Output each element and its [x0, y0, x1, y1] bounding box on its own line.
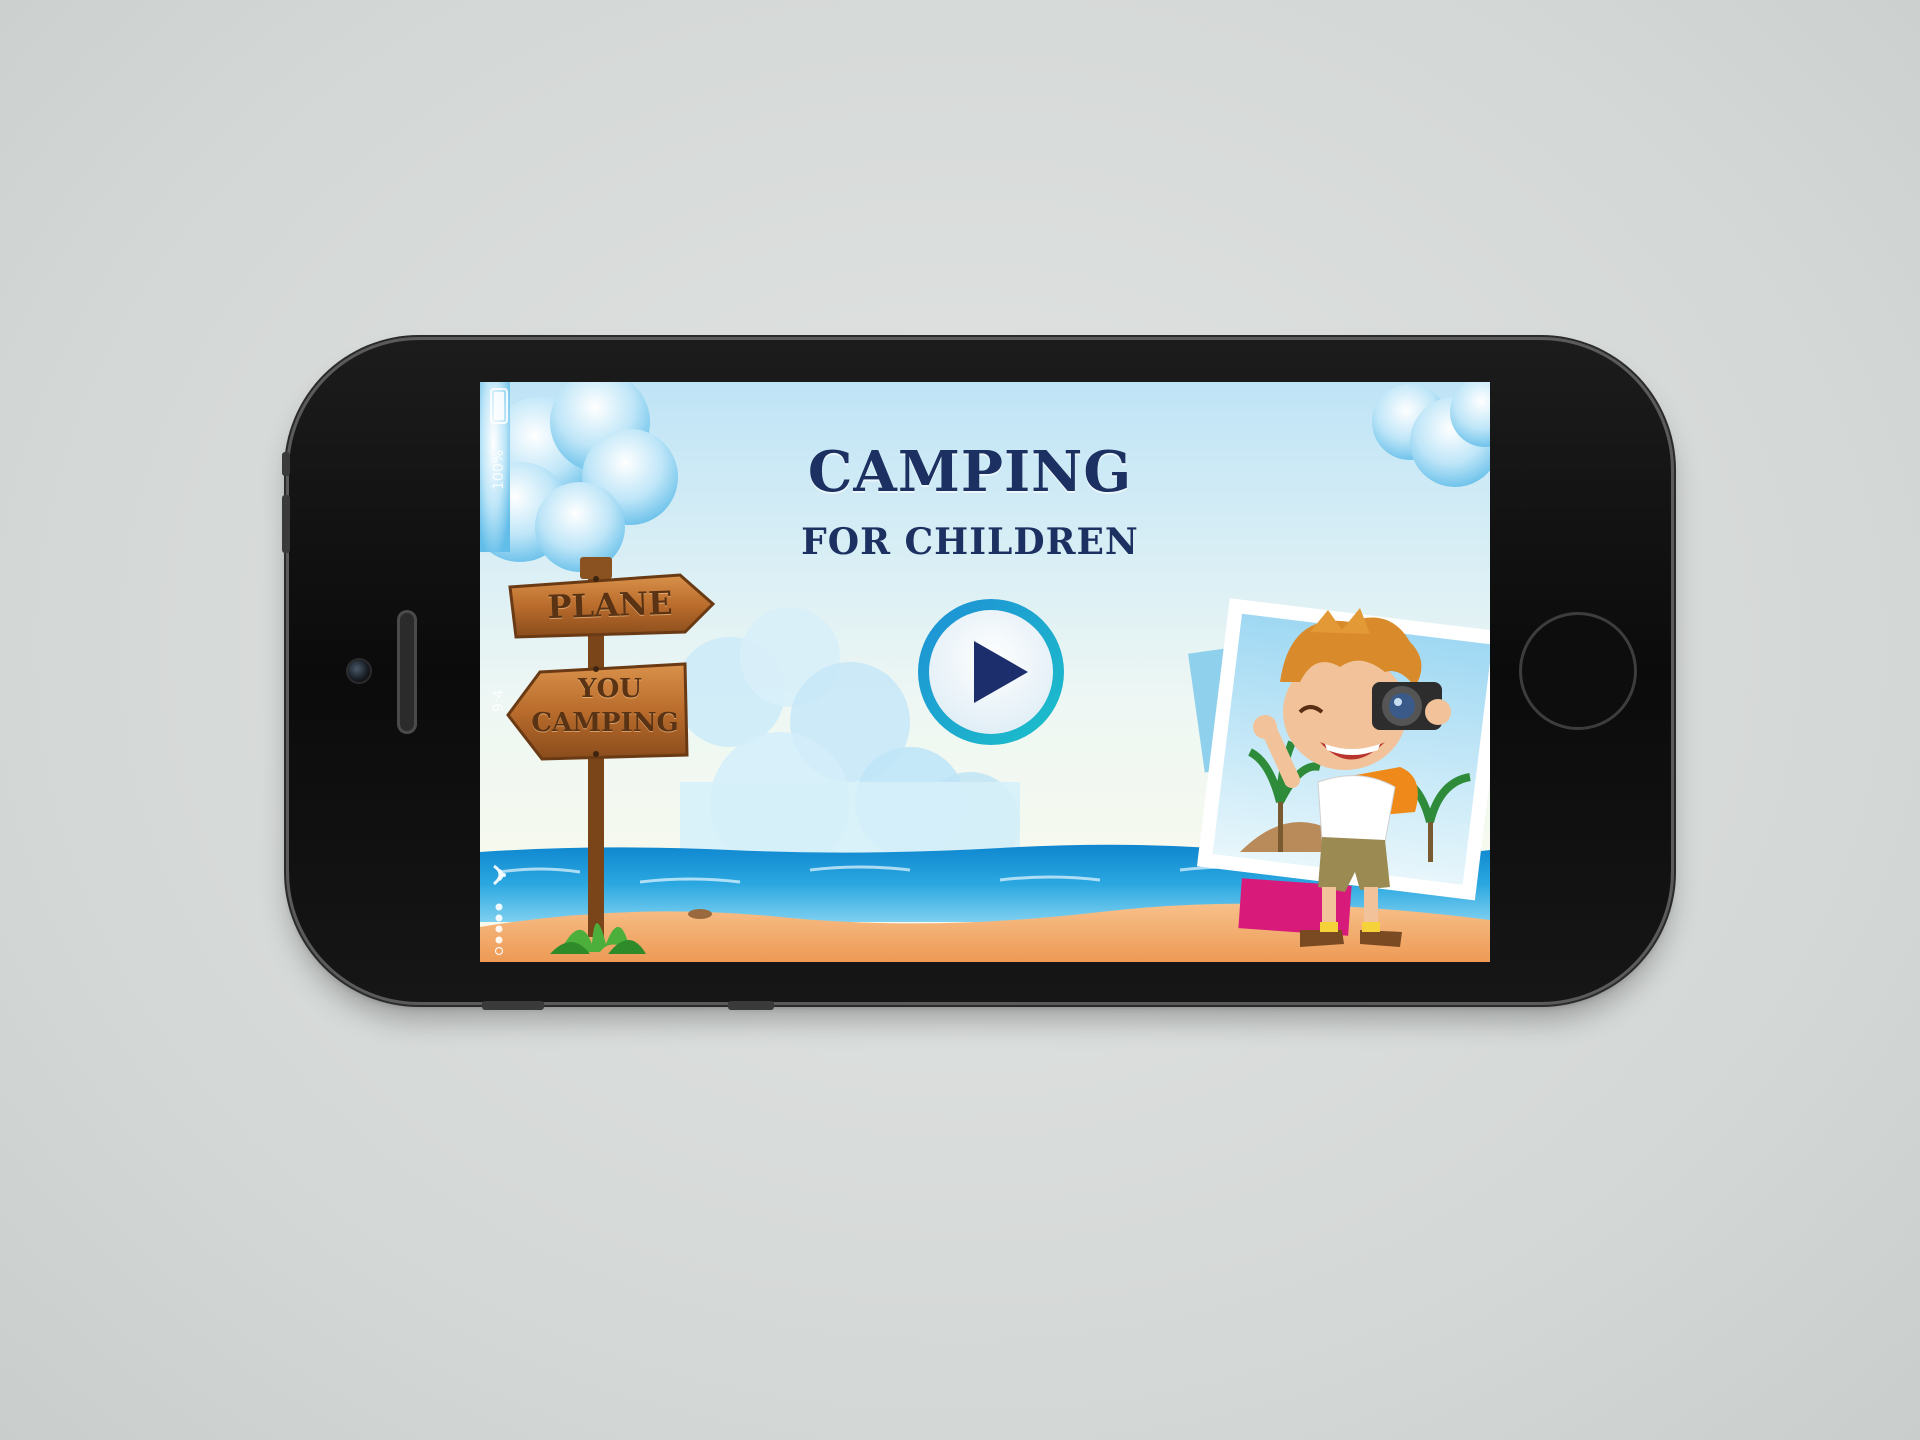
mute-switch	[482, 1001, 544, 1010]
status-time: 9:4	[491, 689, 507, 712]
power-button	[728, 1001, 774, 1010]
app-screen: CAMPING FOR CHILDREN PLANE YOU CAMPING 1…	[480, 382, 1490, 962]
home-button[interactable]	[1519, 612, 1637, 730]
sign-label-bottom-line1: YOU	[578, 674, 642, 704]
wifi-icon	[492, 864, 506, 886]
sign-label-top: PLANE	[546, 583, 674, 627]
app-subtitle: FOR CHILDREN	[801, 521, 1139, 563]
pebble	[688, 909, 712, 919]
play-icon	[918, 599, 1064, 745]
volume-up-button	[282, 452, 290, 476]
signal-icon	[494, 903, 504, 956]
battery-icon	[490, 388, 508, 424]
play-button[interactable]	[916, 597, 1066, 747]
earpiece-speaker	[397, 610, 417, 734]
sign-label-bottom-line2: CAMPING	[531, 708, 679, 738]
front-camera	[348, 660, 370, 682]
status-battery: 100%	[491, 449, 507, 490]
volume-down-button	[282, 495, 290, 553]
app-title: CAMPING	[807, 439, 1133, 505]
